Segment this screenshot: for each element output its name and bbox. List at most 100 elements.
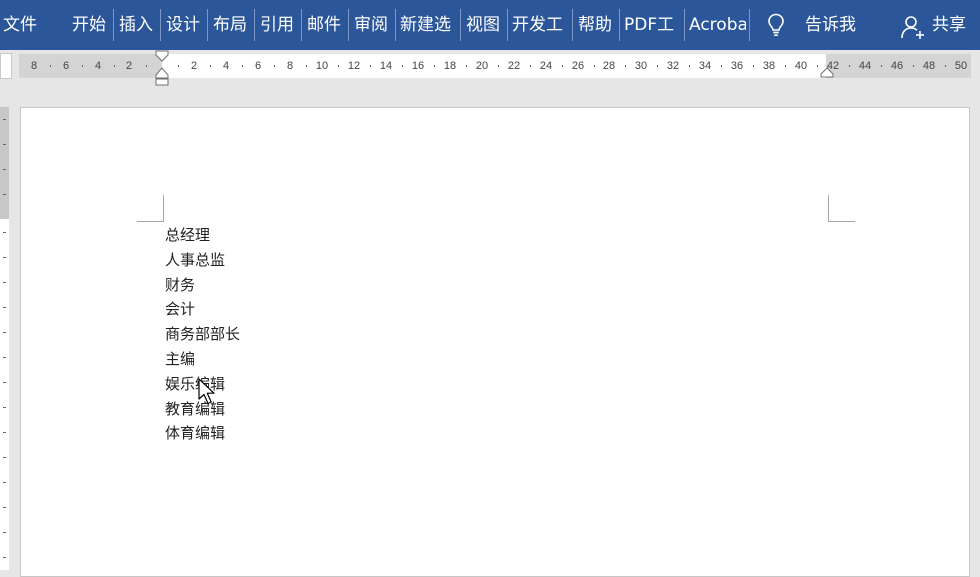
ruler-label: 40: [794, 60, 808, 72]
document-line[interactable]: 总经理: [165, 223, 240, 248]
ruler-tick: [498, 65, 499, 67]
tab-design[interactable]: 设计: [166, 12, 204, 38]
tell-me-search[interactable]: 告诉我: [805, 12, 865, 38]
ruler-label: 28: [602, 60, 616, 72]
tab-references[interactable]: 引用: [260, 12, 298, 38]
ribbon-tab-bar: 文件 开始 插入 设计 布局 引用 邮件 审阅 新建选 视图 开发工 帮助 PD…: [0, 0, 980, 50]
tab-separator: [160, 9, 161, 41]
ruler-label: 4: [94, 60, 102, 72]
tab-separator: [207, 9, 208, 41]
tab-separator: [395, 9, 396, 41]
ruler-tab-selector[interactable]: [0, 53, 12, 79]
vertical-ruler-top-margin: [0, 107, 9, 219]
ruler-tick: [3, 169, 6, 170]
ruler-tick: [562, 65, 563, 67]
ruler-label: 6: [62, 60, 70, 72]
document-line[interactable]: 财务: [165, 273, 240, 298]
document-line[interactable]: 商务部部长: [165, 322, 240, 347]
ruler-label: 20: [475, 60, 489, 72]
ruler-tick: [689, 65, 690, 67]
ruler-tick: [3, 194, 6, 195]
document-page[interactable]: 总经理 人事总监 财务 会计 商务部部长 主编 娱乐编辑 教育编辑 体育编辑: [20, 107, 970, 577]
tab-separator: [460, 9, 461, 41]
tab-insert[interactable]: 插入: [119, 12, 157, 38]
document-line[interactable]: 体育编辑: [165, 421, 240, 446]
ruler-tick: [306, 65, 307, 67]
ruler-tick: [657, 65, 658, 67]
ruler-label: 38: [762, 60, 776, 72]
ruler-label: 8: [286, 60, 294, 72]
tab-new-tab[interactable]: 新建选: [400, 12, 456, 38]
tab-layout[interactable]: 布局: [213, 12, 251, 38]
ruler-tick: [945, 65, 946, 67]
tab-separator: [113, 9, 114, 41]
ruler-tick: [3, 482, 6, 483]
lightbulb-icon[interactable]: [764, 12, 788, 38]
ruler-label: 22: [507, 60, 521, 72]
tab-file[interactable]: 文件: [3, 12, 43, 38]
ruler-label: 4: [222, 60, 230, 72]
tab-review[interactable]: 审阅: [354, 12, 392, 38]
margin-corner-top-right: [828, 195, 855, 222]
horizontal-ruler[interactable]: 8 6 4 2 2 4 6 8 10 12 14 16 18 20 22 24 …: [19, 50, 971, 86]
right-indent-marker[interactable]: [820, 67, 834, 79]
ruler-tick: [817, 65, 818, 67]
ruler-tick: [530, 65, 531, 67]
ruler-label: 44: [858, 60, 872, 72]
ruler-tick: [114, 65, 115, 67]
ruler-tick: [3, 332, 6, 333]
ruler-label: 26: [571, 60, 585, 72]
document-line[interactable]: 会计: [165, 297, 240, 322]
ruler-tick: [466, 65, 467, 67]
person-add-icon[interactable]: [900, 14, 926, 40]
document-body[interactable]: 总经理 人事总监 财务 会计 商务部部长 主编 娱乐编辑 教育编辑 体育编辑: [165, 223, 240, 446]
ruler-tick: [242, 65, 243, 67]
ruler-tick: [370, 65, 371, 67]
ruler-tick: [210, 65, 211, 67]
ruler-label: 6: [254, 60, 262, 72]
ruler-label: 2: [190, 60, 198, 72]
tab-help[interactable]: 帮助: [578, 12, 616, 38]
tab-home[interactable]: 开始: [72, 12, 110, 38]
ruler-tick: [82, 65, 83, 67]
share-button[interactable]: 共享: [932, 12, 972, 38]
tab-separator: [619, 9, 620, 41]
first-line-indent-marker[interactable]: [155, 50, 169, 62]
ruler-tick: [146, 65, 147, 67]
ruler-tick: [753, 65, 754, 67]
tab-separator: [507, 9, 508, 41]
tab-acrobat[interactable]: Acroba: [689, 12, 746, 38]
ruler-tick: [3, 432, 6, 433]
tab-view[interactable]: 视图: [466, 12, 504, 38]
tab-separator: [301, 9, 302, 41]
ruler-tick: [338, 65, 339, 67]
tab-developer[interactable]: 开发工: [512, 12, 568, 38]
document-line[interactable]: 主编: [165, 347, 240, 372]
ruler-tick: [50, 65, 51, 67]
tab-mailings[interactable]: 邮件: [307, 12, 345, 38]
ruler-label: 14: [379, 60, 393, 72]
ruler-label: 36: [730, 60, 744, 72]
ruler-tick: [3, 357, 6, 358]
ruler-tick: [274, 65, 275, 67]
ruler-tick: [434, 65, 435, 67]
ruler-tick: [178, 65, 179, 67]
ruler-label: 12: [347, 60, 361, 72]
vertical-ruler[interactable]: [0, 107, 9, 570]
ruler-tick: [881, 65, 882, 67]
hanging-indent-marker[interactable]: [155, 67, 169, 87]
tab-pdf-tools[interactable]: PDF工: [624, 12, 681, 38]
ruler-tick: [3, 557, 6, 558]
ruler-tick: [402, 65, 403, 67]
ruler-tick: [3, 282, 6, 283]
ruler-tick: [3, 457, 6, 458]
ruler-tick: [3, 507, 6, 508]
ruler-label: 24: [539, 60, 553, 72]
ruler-label: 32: [666, 60, 680, 72]
ruler-label: 10: [315, 60, 329, 72]
ruler-label: 34: [698, 60, 712, 72]
ruler-tick: [625, 65, 626, 67]
document-line[interactable]: 人事总监: [165, 248, 240, 273]
tab-separator: [572, 9, 573, 41]
ruler-label: 8: [30, 60, 38, 72]
